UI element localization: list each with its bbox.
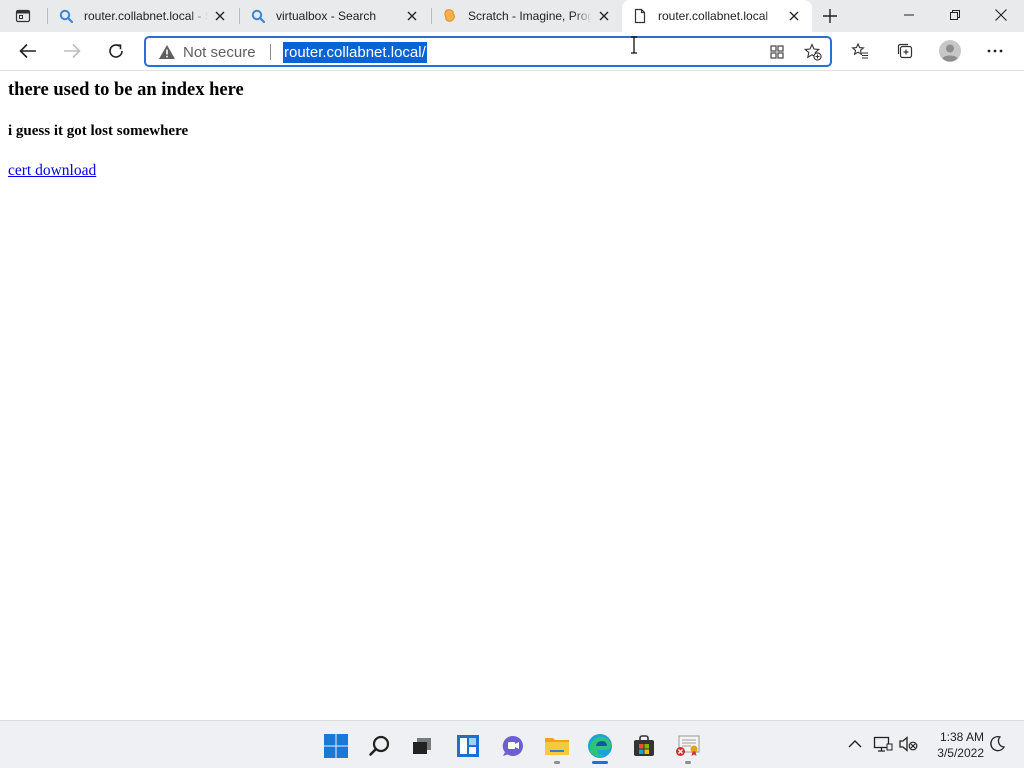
forward-button[interactable] [56,35,88,67]
network-icon [873,736,893,752]
tab-title: router.collabnet.local - Search [84,9,208,23]
favorites-button[interactable] [844,35,876,67]
page-subheading: i guess it got lost somewhere [8,123,189,139]
taskbar-search-button[interactable] [360,726,400,766]
refresh-button[interactable] [100,35,132,67]
certificate-manager-button[interactable] [668,726,708,766]
close-icon [995,9,1007,21]
teams-chat-icon [502,735,523,756]
show-hidden-icons-button[interactable] [844,733,866,755]
close-tab-button[interactable] [400,4,424,28]
minimize-icon [904,14,914,16]
active-indicator [592,761,608,764]
start-icon [324,734,348,758]
tab-router-active[interactable]: router.collabnet.local [622,0,812,32]
store-button[interactable] [624,726,664,766]
tab-title: virtualbox - Search [276,9,377,23]
page-icon [632,8,648,24]
network-button[interactable] [872,733,894,755]
running-indicator [554,761,560,764]
taskbar: 1:38 AM 3/5/2022 [0,720,1024,768]
page-heading: there used to be an index here [8,80,244,100]
arrow-right-icon [64,43,81,59]
favorites-icon [851,42,868,59]
close-icon [407,11,417,21]
close-icon [599,11,609,21]
page-content: there used to be an index here i guess i… [0,72,1024,720]
chat-button[interactable] [493,726,533,766]
widgets-button[interactable] [448,726,488,766]
tab-actions-icon [15,9,31,23]
store-icon [634,735,654,756]
title-bar: router.collabnet.local - Search virtualb… [0,0,1024,32]
address-bar[interactable]: Not secure router.collabnet.local/ [144,36,832,67]
volume-muted-icon [899,736,918,752]
url-text[interactable]: router.collabnet.local/ [283,42,427,63]
close-tab-button[interactable] [592,4,616,28]
file-explorer-icon [545,738,569,755]
minimize-button[interactable] [886,0,932,30]
collections-icon [897,43,913,59]
collections-button[interactable] [889,35,921,67]
avatar-icon [939,40,961,62]
close-tab-button[interactable] [782,4,806,28]
tab-scratch[interactable]: Scratch - Imagine, Program, Share [432,0,622,32]
refresh-icon [109,44,123,58]
start-button[interactable] [316,726,356,766]
divider [270,44,271,60]
task-view-button[interactable] [402,726,442,766]
add-favorite-button[interactable] [801,41,825,63]
clock[interactable]: 1:38 AM 3/5/2022 [928,729,984,761]
task-view-icon [413,738,431,754]
restore-button[interactable] [932,0,978,30]
text-cursor-icon [631,36,637,54]
tab-virtualbox-search[interactable]: virtualbox - Search [240,0,430,32]
scratch-icon [442,8,458,24]
warning-icon [159,45,175,59]
clock-date: 3/5/2022 [937,746,984,760]
cert-download-link[interactable]: cert download [8,162,96,180]
tab-router-search[interactable]: router.collabnet.local - Search [48,0,238,32]
close-icon [215,11,225,21]
edge-button[interactable] [580,726,620,766]
browser-toolbar: Not secure router.collabnet.local/ [0,32,1024,71]
close-icon [789,11,799,21]
close-window-button[interactable] [978,0,1024,30]
search-icon [369,735,390,756]
certificate-icon [676,735,700,756]
star-plus-icon [804,43,822,61]
volume-button[interactable] [897,733,919,755]
file-explorer-button[interactable] [537,726,577,766]
tab-actions-button[interactable] [0,0,46,32]
tab-title: router.collabnet.local [658,9,769,23]
apps-available-button[interactable] [765,41,789,63]
tab-title: Scratch - Imagine, Program, Share [468,9,592,23]
plus-icon [823,9,837,23]
search-icon [250,8,266,24]
running-indicator [685,761,691,764]
settings-menu-button[interactable] [979,35,1011,67]
new-tab-button[interactable] [816,2,844,30]
moon-icon [990,736,1006,752]
restore-icon [950,10,960,20]
clock-time: 1:38 AM [939,730,984,744]
profile-button[interactable] [934,35,966,67]
edge-icon [588,734,612,758]
arrow-left-icon [19,43,36,59]
more-icon [987,49,1003,53]
widgets-icon [457,735,479,757]
close-tab-button[interactable] [208,4,232,28]
app-grid-icon [770,45,784,59]
chevron-up-icon [848,740,862,748]
search-icon [58,8,74,24]
focus-assist-button[interactable] [986,733,1008,755]
security-label[interactable]: Not secure [183,44,256,61]
back-button[interactable] [12,35,44,67]
